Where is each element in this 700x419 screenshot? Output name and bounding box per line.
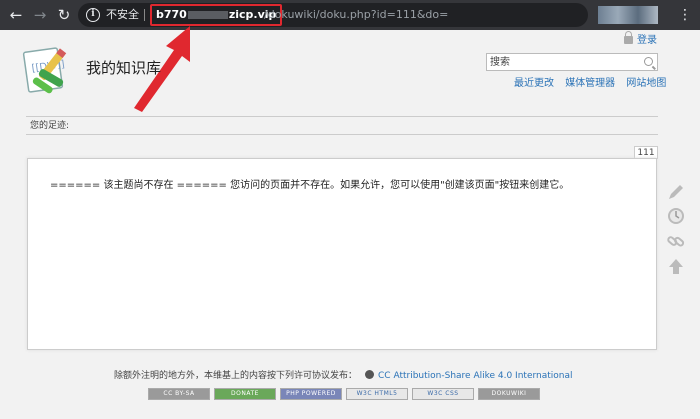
redacted-blur bbox=[187, 11, 228, 19]
html5-badge[interactable]: W3C HTML5 bbox=[346, 388, 408, 400]
back-arrow-icon[interactable]: ← bbox=[6, 5, 26, 25]
reload-icon[interactable]: ↻ bbox=[54, 5, 74, 25]
license-text: 除额外注明的地方外，本维基上的内容按下列许可协议发布： bbox=[114, 371, 358, 381]
recent-changes-link[interactable]: 最近更改 bbox=[514, 78, 554, 89]
footer-badges: CC BY-SA DONATE PHP POWERED W3C HTML5 W3C CS… bbox=[148, 388, 544, 402]
info-icon[interactable]: i bbox=[86, 8, 100, 22]
search-input[interactable] bbox=[487, 54, 637, 70]
cc-badge[interactable]: CC BY-SA bbox=[148, 388, 210, 400]
dokuwiki-badge[interactable]: DOKUWIKI bbox=[478, 388, 540, 400]
css-badge[interactable]: W3C CSS bbox=[412, 388, 474, 400]
back-to-top-arrow-icon[interactable] bbox=[666, 256, 686, 276]
login-label: 登录 bbox=[637, 35, 657, 46]
search-icon[interactable] bbox=[644, 57, 653, 66]
url-host-highlight: b770 zicp.vip bbox=[150, 4, 283, 26]
cc-globe-icon bbox=[365, 370, 375, 379]
browser-toolbar: ← → ↻ i 不安全 b770 zicp.vip /dokuwiki/doku.… bbox=[0, 0, 700, 30]
license-link[interactable]: CC Attribution-Share Alike 4.0 Internati… bbox=[378, 371, 572, 381]
page-content: ====== 该主题尚不存在 ====== 您访问的页面并不存在。如果允许，您可… bbox=[27, 158, 657, 350]
sitemap-link[interactable]: 网站地图 bbox=[626, 78, 666, 89]
url-path: /dokuwiki/doku.php?id=111&do= bbox=[264, 8, 449, 21]
divider bbox=[26, 134, 658, 135]
revisions-clock-icon[interactable] bbox=[666, 206, 686, 226]
license-notice: 除额外注明的地方外，本维基上的内容按下列许可协议发布： CC Attributio… bbox=[114, 370, 573, 382]
login-link[interactable]: 登录 bbox=[624, 31, 657, 48]
donate-badge[interactable]: DONATE bbox=[214, 388, 276, 400]
backlinks-chain-icon[interactable] bbox=[666, 231, 686, 251]
breadcrumbs: 您的足迹: bbox=[30, 121, 70, 131]
site-title[interactable]: 我的知识库 bbox=[86, 58, 161, 78]
extensions-redacted bbox=[598, 6, 658, 24]
url-host-prefix: b770 bbox=[156, 8, 187, 21]
divider bbox=[144, 9, 145, 21]
security-label[interactable]: 不安全 bbox=[106, 7, 139, 23]
menu-dots-icon[interactable]: ⋮ bbox=[678, 6, 692, 24]
site-tools: 最近更改 媒体管理器 网站地图 bbox=[514, 77, 666, 91]
forward-arrow-icon[interactable]: → bbox=[30, 5, 50, 25]
dokuwiki-logo-icon[interactable]: [[DW]] bbox=[22, 44, 78, 100]
divider bbox=[26, 116, 658, 117]
lock-icon bbox=[624, 31, 633, 44]
php-badge[interactable]: PHP POWERED bbox=[280, 388, 342, 400]
edit-pencil-icon[interactable] bbox=[666, 182, 686, 202]
page-not-exist-message: ====== 该主题尚不存在 ====== 您访问的页面并不存在。如果允许，您可… bbox=[50, 180, 570, 191]
search-box bbox=[486, 53, 658, 71]
media-manager-link[interactable]: 媒体管理器 bbox=[565, 78, 615, 89]
